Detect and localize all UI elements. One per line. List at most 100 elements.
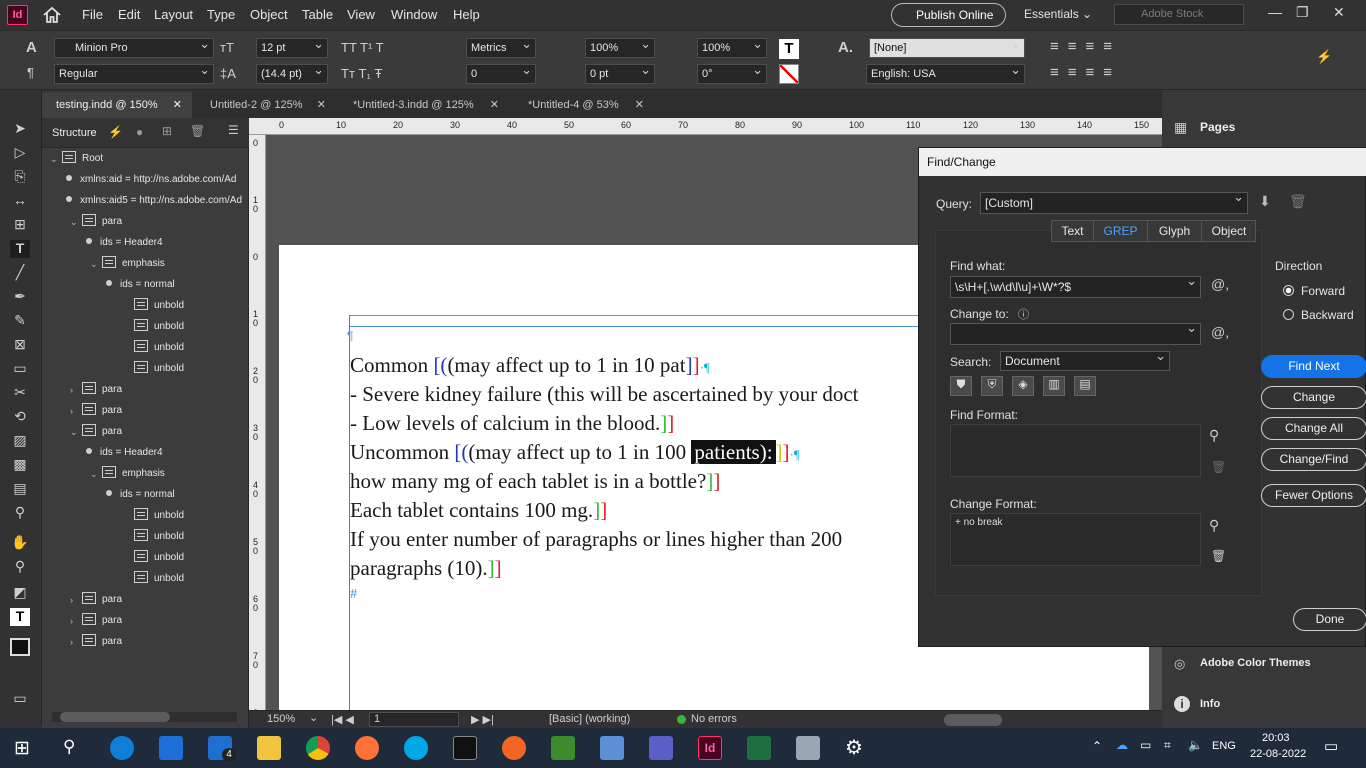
add-attribute-icon[interactable]: ●: [136, 125, 143, 139]
onedrive-icon[interactable]: ☁: [1116, 738, 1128, 752]
vertical-scale-field[interactable]: 100%: [585, 38, 655, 58]
structure-element[interactable]: unbold: [134, 338, 184, 358]
font-family-select[interactable]: Minion Pro: [54, 38, 214, 58]
normal-mode-icon[interactable]: [10, 638, 30, 656]
structure-element[interactable]: unbold: [134, 527, 184, 547]
gradient-swatch-icon[interactable]: ▨: [10, 432, 30, 450]
line-tool-icon[interactable]: ╱: [10, 264, 30, 282]
pen-tool-icon[interactable]: ✒: [10, 288, 30, 306]
include-hidden-layers-icon[interactable]: ◈: [1012, 376, 1034, 396]
delete-query-icon[interactable]: 🗑: [1289, 193, 1307, 210]
tab-testing[interactable]: testing.indd @ 150% ✕: [42, 92, 192, 118]
dialog-title[interactable]: Find/Change: [919, 148, 1366, 176]
character-style-select[interactable]: [None]: [869, 38, 1025, 58]
horizontal-scrollbar[interactable]: [944, 714, 1002, 726]
selected-text[interactable]: patients):: [691, 440, 776, 464]
skype-icon[interactable]: [404, 736, 428, 760]
specify-change-format-icon[interactable]: ⚲: [1209, 517, 1219, 534]
tab-grep[interactable]: GREP: [1094, 221, 1148, 241]
tab-untitled-2[interactable]: Untitled-2 @ 125% ✕: [196, 92, 336, 118]
special-chars-find-icon[interactable]: @,: [1211, 276, 1229, 292]
tracking-field[interactable]: 0: [466, 64, 536, 84]
align-buttons-row1[interactable]: ≡≡≡≡: [1050, 38, 1121, 55]
control-panel-icon[interactable]: [796, 736, 820, 760]
specify-find-format-icon[interactable]: ⚲: [1209, 427, 1219, 444]
default-colors-icon[interactable]: ◩: [10, 584, 30, 602]
expand-icon[interactable]: ›: [70, 401, 82, 421]
tab-untitled-3[interactable]: *Untitled-3.indd @ 125% ✕: [339, 92, 509, 118]
screen-mode-icon[interactable]: ▭: [10, 690, 30, 708]
lightning-icon[interactable]: ⚡: [1316, 49, 1332, 65]
find-what-field[interactable]: \s\H+[.\w\d\l\u]+\W*?$: [950, 276, 1201, 298]
small-caps-icon[interactable]: Tт T₁ Ŧ: [341, 66, 382, 81]
settings-icon[interactable]: ⚙: [845, 735, 863, 760]
collapse-icon[interactable]: ⌄: [70, 422, 82, 442]
menu-view[interactable]: View: [347, 7, 375, 22]
selection-tool-icon[interactable]: ➤: [10, 120, 30, 138]
type-tool-icon[interactable]: T: [10, 240, 30, 258]
structure-attribute[interactable]: xmlns:aid5 = http://ns.adobe.com/Ad: [66, 191, 242, 211]
minimize-icon[interactable]: —: [1268, 4, 1282, 20]
change-all-button[interactable]: Change All: [1261, 417, 1366, 440]
content-collector-icon[interactable]: ⊞: [10, 216, 30, 234]
structure-element[interactable]: unbold: [134, 296, 184, 316]
structure-element[interactable]: unbold: [134, 506, 184, 526]
stock-search-input[interactable]: Adobe Stock: [1114, 4, 1244, 25]
restore-icon[interactable]: ❐: [1296, 4, 1309, 21]
structure-element[interactable]: unbold: [134, 548, 184, 568]
lightning-icon[interactable]: ⚡: [108, 125, 123, 139]
save-query-icon[interactable]: ⬇: [1259, 193, 1271, 210]
text-line-3[interactable]: - Low levels of calcium in the blood.]]: [350, 411, 674, 436]
chrome-icon[interactable]: [306, 736, 330, 760]
include-locked-stories-icon[interactable]: ⛨: [981, 376, 1003, 396]
change-format-box[interactable]: + no break: [950, 513, 1201, 566]
expand-icon[interactable]: ›: [70, 380, 82, 400]
page-tool-icon[interactable]: ⎘: [10, 168, 30, 186]
expand-icon[interactable]: ›: [70, 590, 82, 610]
close-icon[interactable]: ✕: [1333, 4, 1345, 21]
preflight-profile[interactable]: [Basic] (working): [549, 713, 630, 725]
find-next-button[interactable]: Find Next: [1261, 355, 1366, 378]
gradient-feather-icon[interactable]: ▩: [10, 456, 30, 474]
skew-field[interactable]: 0°: [697, 64, 767, 84]
menu-window[interactable]: Window: [391, 7, 437, 22]
structure-element[interactable]: unbold: [134, 359, 184, 379]
font-size-field[interactable]: 12 pt: [256, 38, 328, 58]
zoom-tool-icon[interactable]: ⚲: [10, 558, 30, 576]
language-indicator[interactable]: ENG: [1212, 740, 1236, 752]
clock-date[interactable]: 22-08-2022: [1250, 748, 1306, 760]
structure-element[interactable]: ⌄ emphasis: [90, 254, 165, 274]
tab-close-icon[interactable]: ✕: [173, 92, 182, 118]
align-buttons-row2[interactable]: ≡≡≡≡: [1050, 64, 1121, 81]
collapse-icon[interactable]: ⌄: [90, 254, 102, 274]
font-style-select[interactable]: Regular: [54, 64, 214, 84]
structure-element[interactable]: › para: [70, 632, 122, 652]
tab-text[interactable]: Text: [1052, 221, 1094, 241]
search-icon[interactable]: ⚲: [63, 737, 75, 757]
tab-untitled-4[interactable]: *Untitled-4 @ 53% ✕: [514, 92, 654, 118]
terminal-icon[interactable]: [453, 736, 477, 760]
menu-object[interactable]: Object: [250, 7, 288, 22]
free-transform-icon[interactable]: ⟲: [10, 408, 30, 426]
paint-icon[interactable]: [600, 736, 624, 760]
structure-element[interactable]: › para: [70, 401, 122, 421]
swift-icon[interactable]: [502, 736, 526, 760]
all-caps-icon[interactable]: TT T¹ T: [341, 40, 384, 55]
hand-tool-icon[interactable]: ✋: [10, 534, 30, 552]
include-footnotes-icon[interactable]: ▤: [1074, 376, 1096, 396]
character-mode-icon[interactable]: A: [26, 39, 37, 56]
text-line-8[interactable]: paragraphs (10).]]: [350, 556, 502, 581]
clear-find-format-icon[interactable]: 🗑: [1211, 460, 1226, 474]
change-button[interactable]: Change: [1261, 386, 1366, 409]
structure-attribute[interactable]: ids = Header4: [86, 233, 163, 253]
expand-icon[interactable]: ›: [70, 632, 82, 652]
structure-attribute[interactable]: ids = normal: [106, 275, 175, 295]
notepad-icon[interactable]: [551, 736, 575, 760]
structure-attribute[interactable]: ids = normal: [106, 485, 175, 505]
collapse-icon[interactable]: ⌄: [50, 149, 62, 169]
structure-attribute[interactable]: xmlns:aid = http://ns.adobe.com/Ad: [66, 170, 236, 190]
info-icon[interactable]: i: [1174, 696, 1190, 712]
delete-icon[interactable]: 🗑: [190, 124, 205, 138]
expand-icon[interactable]: ›: [70, 611, 82, 631]
home-icon[interactable]: [42, 5, 62, 25]
